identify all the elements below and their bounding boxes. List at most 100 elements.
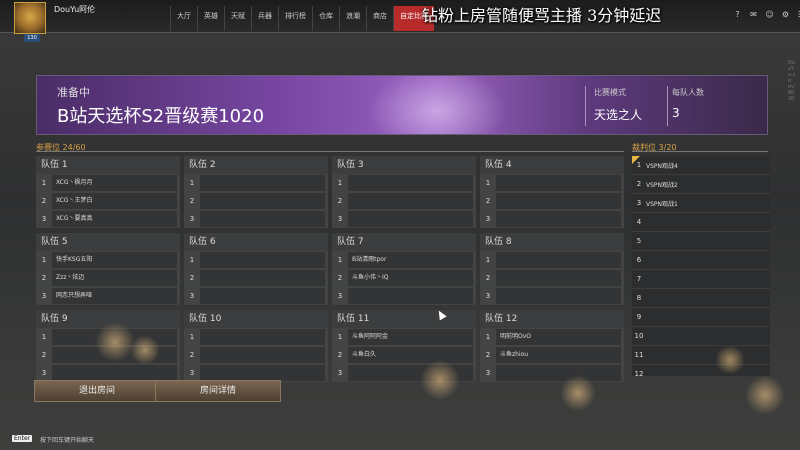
nav-item-wave[interactable]: 浪潮 [339,6,366,31]
team-slot[interactable]: 3 [184,210,328,228]
team-slot[interactable]: 1 快手KSG五阳 [36,251,180,269]
team-slot[interactable]: 1 [184,328,328,346]
slot-number: 2 [337,274,343,282]
slot-number: 1 [189,179,195,187]
nav-item-weapons[interactable]: 兵器 [251,6,278,31]
nav-item-shop[interactable]: 商店 [366,6,393,31]
nav-item-warehouse[interactable]: 仓库 [312,6,339,31]
judge-name: VSPN观战2 [646,181,678,189]
friends-icon[interactable]: ☺ [764,9,775,20]
team-slot[interactable]: 3 [480,364,624,382]
nav-item-heroes[interactable]: 英雄 [197,6,224,31]
divider [632,151,768,152]
judge-slot[interactable]: 10 [632,327,770,346]
judge-slot[interactable]: 3 VSPN观战1 [632,194,770,213]
room-details-button[interactable]: 房间详情 [155,380,281,402]
judge-slot[interactable]: 4 [632,213,770,232]
judges-list[interactable]: 1 VSPN观战4 2 VSPN观战2 3 VSPN观战1 4 5 6 7 8 9 1… [632,156,770,384]
judge-slot[interactable]: 1 VSPN观战4 [632,156,770,175]
slot-number: 2 [189,197,195,205]
stream-overlay-text: 钻粉上房管随便骂主播 3分钟延迟 [422,6,662,25]
mail-icon[interactable]: ✉ [748,9,759,20]
slot-number: 3 [485,215,491,223]
team-slot[interactable]: 3 [332,287,476,305]
team-slot[interactable]: 3 XCG丶要真真 [36,210,180,228]
team-slot[interactable]: 1 [184,251,328,269]
team-slot[interactable]: 1 [480,251,624,269]
slot-number: 3 [337,292,343,300]
team-name: 队伍 7 [332,233,476,251]
judge-slot[interactable]: 5 [632,232,770,251]
team-slot[interactable]: 2 XCG丶王梦白 [36,192,180,210]
judge-slot[interactable]: 6 [632,251,770,270]
team-slot[interactable]: 1 斗鱼阿阿阿金 [332,328,476,346]
slot-number: 2 [41,274,47,282]
nav-item-talents[interactable]: 天赋 [224,6,251,31]
team-slot[interactable]: 2 [184,192,328,210]
slot-number: 3 [41,292,47,300]
team-card: 队伍 4 1 2 3 [480,156,624,228]
team-slot[interactable]: 3 [480,287,624,305]
slot-player: 斗鱼阿阿阿金 [348,329,473,345]
team-slot[interactable]: 1 B站清雨tpor [332,251,476,269]
team-slot[interactable]: 1 XCG丶枫月月 [36,174,180,192]
team-slot[interactable]: 1 [184,174,328,192]
exit-room-button[interactable]: 退出房间 [34,380,160,402]
menu-icon[interactable]: ☰ [796,9,800,20]
top-icons: ? ✉ ☺ ⚙ ☰ [732,9,800,20]
team-slot[interactable]: 2 [184,346,328,364]
match-status: 准备中 [57,86,90,99]
divider [585,86,586,126]
slot-number: 1 [485,179,491,187]
settings-icon[interactable]: ⚙ [780,9,791,20]
nav-item-lobby[interactable]: 大厅 [170,6,197,31]
slot-player: B站清雨tpor [348,252,473,268]
nav-item-leaderboard[interactable]: 排行榜 [278,6,312,31]
judge-number: 10 [634,332,644,340]
slot-player [348,288,473,304]
team-name: 队伍 8 [480,233,624,251]
match-title: B站天选杯S2晋级赛1020 [57,106,265,127]
team-slot[interactable]: 1 [480,174,624,192]
team-slot[interactable]: 2 [480,269,624,287]
team-name: 队伍 5 [36,233,180,251]
judge-slot[interactable]: 2 VSPN观战2 [632,175,770,194]
team-slot[interactable]: 2 Zzz丶炫迈 [36,269,180,287]
mode-value: 天选之人 [594,108,643,122]
team-slot[interactable]: 2 [332,192,476,210]
top-bar: 130 DouYu阿伦 大厅 英雄 天赋 兵器 排行榜 仓库 浪潮 商店 自定比… [0,0,800,42]
slot-player [496,365,621,381]
slot-player: 快手KSG五阳 [52,252,177,268]
team-slot[interactable]: 2 [480,192,624,210]
team-slot[interactable]: 1 [332,174,476,192]
slot-number: 1 [41,256,47,264]
judge-slot[interactable]: 9 [632,308,770,327]
enter-key-icon: Enter [12,435,33,442]
slot-player [200,175,325,191]
team-slot[interactable]: 2 斗鱼小伟丶IQ [332,269,476,287]
slot-number: 1 [485,333,491,341]
slot-player: 明前明OvO [496,329,621,345]
judge-name: VSPN观战1 [646,200,678,208]
match-banner: 准备中 B站天选杯S2晋级赛1020 比赛模式 天选之人 每队人数 3 [36,75,768,135]
slot-number: 3 [189,292,195,300]
team-slot[interactable]: 2 [184,269,328,287]
team-card: 队伍 12 1 明前明OvO 2 斗鱼zhiou 3 [480,310,624,382]
team-slot[interactable]: 2 斗鱼zhiou [480,346,624,364]
team-slot[interactable]: 2 斗鱼白久 [332,346,476,364]
judge-number: 8 [636,294,642,302]
judge-slot[interactable]: 7 [632,270,770,289]
help-icon[interactable]: ? [732,9,743,20]
judge-slot[interactable]: 11 [632,346,770,365]
team-slot[interactable]: 3 [480,210,624,228]
team-slot[interactable]: 3 [184,287,328,305]
team-slot[interactable]: 3 网恋只想弄哑 [36,287,180,305]
slot-player: Zzz丶炫迈 [52,270,177,286]
judge-number: 3 [636,199,642,207]
slot-number: 1 [337,256,343,264]
judge-slot[interactable]: 8 [632,289,770,308]
team-slot[interactable]: 3 [332,210,476,228]
avatar[interactable] [14,2,46,34]
team-slot[interactable]: 1 明前明OvO [480,328,624,346]
team-card: 队伍 2 1 2 3 [184,156,328,228]
